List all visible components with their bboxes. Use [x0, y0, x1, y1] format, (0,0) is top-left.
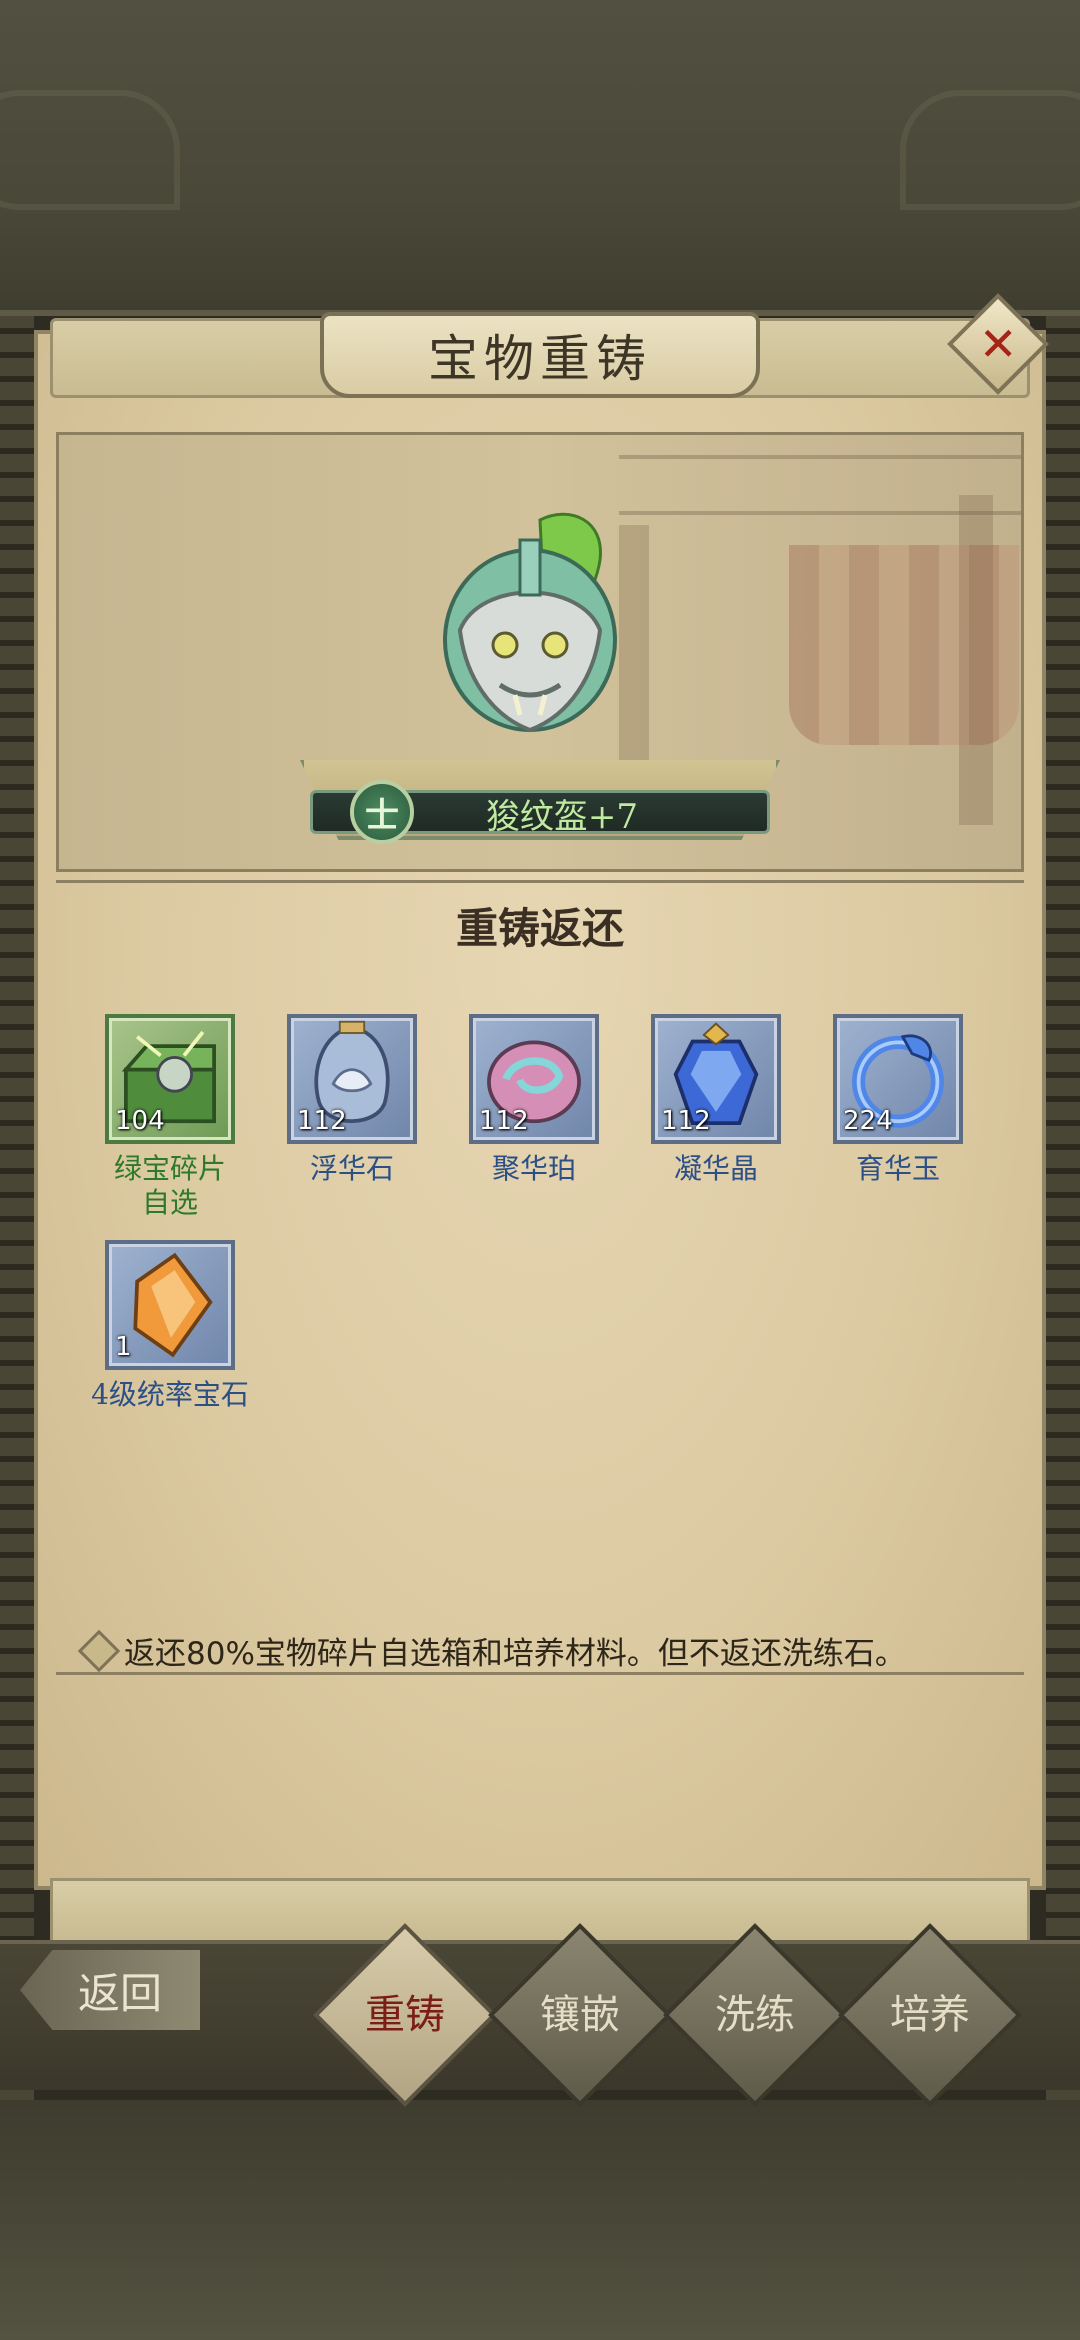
item-count: 1 — [115, 1332, 132, 1362]
divider — [56, 880, 1024, 883]
bottom-decor-strip — [50, 1878, 1030, 1948]
reward-item[interactable]: 224 育华玉 — [808, 1014, 988, 1186]
tab-label: 镶嵌 — [540, 1992, 620, 2038]
item-count: 104 — [115, 1106, 165, 1136]
helmet-icon — [443, 512, 617, 733]
reward-item[interactable]: 112 聚华珀 — [444, 1014, 624, 1186]
blue-crystal-icon: 112 — [651, 1014, 781, 1144]
back-label: 返回 — [77, 1968, 162, 2018]
back-button[interactable]: 返回 — [20, 1950, 200, 2030]
item-label: 凝华晶 — [673, 1152, 758, 1185]
left-border-pattern — [0, 316, 34, 2104]
scene-curtain — [789, 545, 1019, 745]
item-count: 112 — [297, 1106, 347, 1136]
note-text: 返还80%宝物碎片自选箱和培养材料。但不返还洗练石。 — [124, 1636, 906, 1672]
tab-label: 重铸 — [365, 1992, 445, 2038]
dragon-jade-icon: 224 — [833, 1014, 963, 1144]
right-border-pattern — [1046, 316, 1080, 2104]
reward-item[interactable]: 112 凝华晶 — [626, 1014, 806, 1186]
item-count: 112 — [479, 1106, 529, 1136]
tab-label: 洗练 — [715, 1992, 795, 2038]
decorative-swirl — [0, 90, 180, 210]
section-title: 重铸返还 — [455, 904, 624, 953]
tab-label: 培养 — [890, 1992, 970, 2038]
item-count: 112 — [661, 1106, 711, 1136]
title-plaque: 宝物重铸 — [320, 312, 760, 398]
item-count: 224 — [843, 1106, 893, 1136]
item-label: 聚华珀 — [491, 1152, 576, 1185]
treasure-name-box: 狻纹盔+7 — [412, 792, 712, 837]
page-title: 宝物重铸 — [428, 330, 652, 388]
close-icon: ✕ — [978, 316, 1018, 371]
diamond-bullet-icon — [77, 1629, 121, 1672]
reforge-note: 返还80%宝物碎片自选箱和培养材料。但不返还洗练石。 — [77, 1628, 1004, 1673]
item-label: 4级统率宝石 — [91, 1378, 249, 1411]
decorative-swirl — [900, 90, 1080, 210]
item-label: 绿宝碎片 自选 — [113, 1152, 226, 1219]
swirl-amber-icon: 112 — [469, 1014, 599, 1144]
reward-item[interactable]: 104 绿宝碎片 自选 — [80, 1014, 260, 1220]
treasure-name: 狻纹盔+7 — [485, 796, 639, 837]
divider — [56, 1672, 1024, 1675]
reward-item[interactable]: 1 4级统率宝石 — [80, 1240, 260, 1412]
reward-item[interactable]: 112 浮华石 — [262, 1014, 442, 1186]
orange-gem-icon: 1 — [105, 1240, 235, 1370]
rank-badge: 士 — [350, 780, 414, 844]
item-label: 育华玉 — [855, 1152, 940, 1185]
lotus-vase-stone-icon: 112 — [287, 1014, 417, 1144]
green-treasure-chest-icon: 104 — [105, 1014, 235, 1144]
item-label: 浮华石 — [309, 1152, 394, 1185]
background-bottom — [0, 2100, 1080, 2340]
